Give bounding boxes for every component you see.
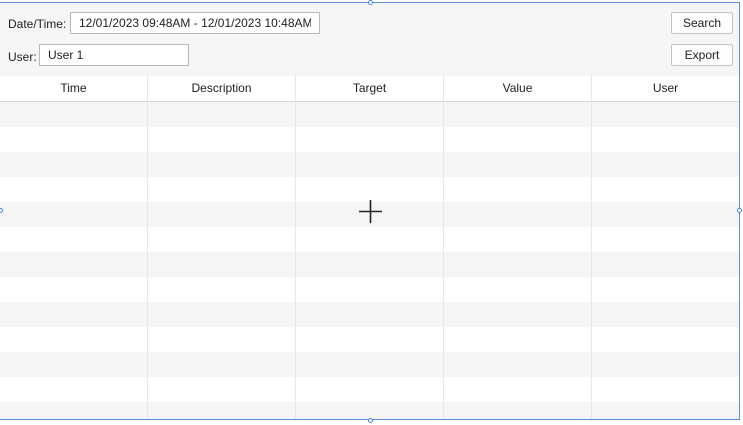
table-cell[interactable] [444,302,592,327]
table-cell[interactable] [444,377,592,402]
table-cell[interactable] [0,402,148,419]
table-cell[interactable] [444,202,592,227]
table-cell[interactable] [592,377,739,402]
table-cell[interactable] [444,102,592,127]
table-row[interactable] [0,227,739,252]
table-cell[interactable] [148,252,296,277]
table-cell[interactable] [592,327,739,352]
table-cell[interactable] [592,202,739,227]
table-row[interactable] [0,302,739,327]
export-button[interactable]: Export [671,44,733,66]
table-cell[interactable] [592,352,739,377]
table-cell[interactable] [148,177,296,202]
table-cell[interactable] [148,227,296,252]
table-cell[interactable] [592,302,739,327]
table-cell[interactable] [444,327,592,352]
table-body [0,102,739,419]
table-cell[interactable] [444,402,592,419]
table-cell[interactable] [592,227,739,252]
table-cell[interactable] [592,102,739,127]
column-header-time[interactable]: Time [0,76,148,101]
column-header-user[interactable]: User [592,76,739,101]
audit-log-table[interactable]: Time Description Target Value User [0,76,739,419]
table-cell[interactable] [148,302,296,327]
filter-toolbar: Date/Time: User: Search Export [0,3,739,77]
table-row[interactable] [0,177,739,202]
table-cell[interactable] [296,227,444,252]
resize-handle-bottom[interactable] [368,418,373,423]
table-cell[interactable] [296,127,444,152]
table-row[interactable] [0,102,739,127]
table-cell[interactable] [444,177,592,202]
table-cell[interactable] [0,252,148,277]
table-cell[interactable] [148,127,296,152]
table-cell[interactable] [0,352,148,377]
table-cell[interactable] [296,377,444,402]
table-cell[interactable] [592,252,739,277]
table-row[interactable] [0,152,739,177]
table-cell[interactable] [0,377,148,402]
table-cell[interactable] [444,127,592,152]
table-cell[interactable] [592,127,739,152]
table-row[interactable] [0,377,739,402]
crosshair-icon [359,200,382,223]
table-cell[interactable] [148,352,296,377]
table-cell[interactable] [296,152,444,177]
table-cell[interactable] [592,177,739,202]
table-cell[interactable] [0,302,148,327]
user-input[interactable] [39,44,189,66]
table-row[interactable] [0,352,739,377]
table-cell[interactable] [444,352,592,377]
table-cell[interactable] [296,102,444,127]
table-cell[interactable] [148,277,296,302]
table-cell[interactable] [296,177,444,202]
table-cell[interactable] [148,327,296,352]
resize-handle-right[interactable] [737,208,742,213]
table-cell[interactable] [296,352,444,377]
table-row[interactable] [0,277,739,302]
datetime-range-input[interactable] [70,12,320,34]
resize-handle-top[interactable] [368,0,373,5]
table-cell[interactable] [148,152,296,177]
table-cell[interactable] [592,277,739,302]
table-cell[interactable] [592,152,739,177]
table-row[interactable] [0,127,739,152]
table-cell[interactable] [296,327,444,352]
table-cell[interactable] [444,227,592,252]
table-cell[interactable] [592,402,739,419]
table-cell[interactable] [148,377,296,402]
table-cell[interactable] [0,102,148,127]
table-cell[interactable] [296,252,444,277]
table-cell[interactable] [0,202,148,227]
table-cell[interactable] [0,177,148,202]
table-cell[interactable] [0,277,148,302]
table-cell[interactable] [148,102,296,127]
table-cell[interactable] [148,202,296,227]
table-row[interactable] [0,252,739,277]
table-cell[interactable] [444,152,592,177]
column-header-description[interactable]: Description [148,76,296,101]
table-cell[interactable] [444,277,592,302]
table-cell[interactable] [0,127,148,152]
column-header-value[interactable]: Value [444,76,592,101]
table-cell[interactable] [0,327,148,352]
table-cell[interactable] [0,152,148,177]
table-row[interactable] [0,327,739,352]
datetime-label: Date/Time: [8,17,67,31]
table-cell[interactable] [444,252,592,277]
table-cell[interactable] [0,227,148,252]
user-label: User: [8,50,37,64]
table-cell[interactable] [296,277,444,302]
search-button[interactable]: Search [671,12,733,34]
table-header: Time Description Target Value User [0,76,739,102]
column-header-target[interactable]: Target [296,76,444,101]
table-cell[interactable] [296,302,444,327]
table-cell[interactable] [148,402,296,419]
